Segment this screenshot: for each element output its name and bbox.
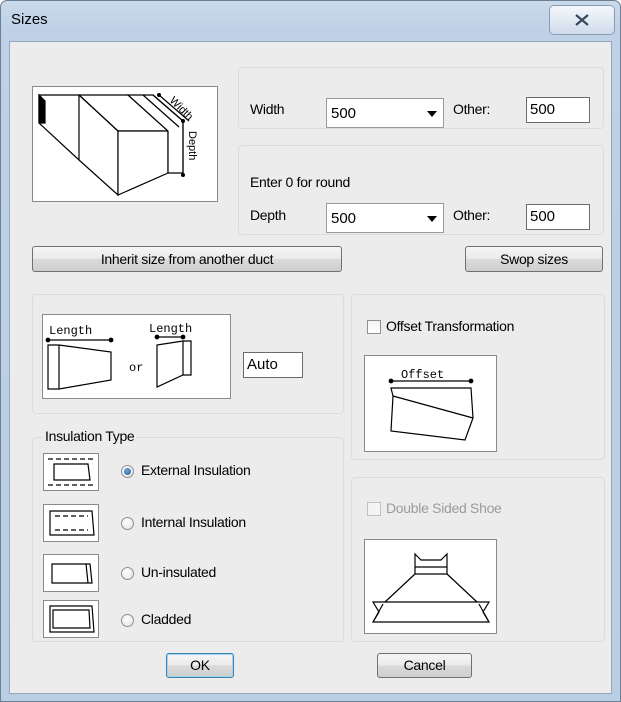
offset-diagram: Offset — [364, 355, 497, 452]
double-sided-shoe-label: Double Sided Shoe — [386, 500, 502, 516]
double-sided-shoe-checkbox[interactable] — [367, 502, 381, 516]
shoe-diagram — [364, 539, 497, 634]
internal-insulation-icon — [43, 504, 99, 542]
or-text: or — [129, 361, 143, 375]
length-diagram-label: Length — [149, 322, 192, 336]
un-insulated-label: Un-insulated — [141, 564, 216, 580]
chevron-down-icon — [427, 111, 437, 117]
cladded-label: Cladded — [141, 611, 192, 627]
depth-label: Depth — [250, 207, 286, 223]
cancel-button[interactable]: Cancel — [377, 653, 472, 678]
swop-sizes-button[interactable]: Swop sizes — [465, 246, 603, 272]
length-diagram: Length Length or — [42, 314, 231, 399]
offset-transformation-checkbox[interactable] — [367, 320, 381, 334]
diagram-depth-label: Depth — [186, 131, 198, 160]
internal-insulation-label: Internal Insulation — [141, 514, 246, 530]
external-insulation-icon — [43, 453, 99, 491]
insulation-group-label: Insulation Type — [43, 428, 137, 444]
duct-size-diagram: Width Depth — [32, 86, 218, 202]
external-insulation-label: External Insulation — [141, 462, 251, 478]
depth-other-label: Other: — [453, 207, 491, 223]
un-insulated-icon — [43, 554, 99, 592]
width-label: Width — [250, 101, 285, 117]
depth-combobox[interactable]: 500 — [326, 203, 444, 233]
external-insulation-radio[interactable] — [121, 465, 134, 478]
length-input[interactable]: Auto — [243, 352, 303, 378]
window-title: Sizes — [11, 11, 48, 28]
title-bar[interactable]: Sizes — [1, 1, 620, 41]
inherit-size-button[interactable]: Inherit size from another duct — [32, 246, 342, 272]
un-insulated-radio[interactable] — [121, 567, 134, 580]
dialog-client-area: Width Depth Width 500 Other: 500 Enter 0… — [9, 41, 612, 694]
cladded-radio[interactable] — [121, 614, 134, 627]
sizes-dialog: Sizes Width Depth Width 500 Other: 500 E… — [0, 0, 621, 702]
chevron-down-icon — [427, 216, 437, 222]
width-combobox-value: 500 — [331, 105, 357, 122]
width-other-input[interactable]: 500 — [526, 97, 590, 123]
internal-insulation-radio[interactable] — [121, 517, 134, 530]
round-hint-label: Enter 0 for round — [250, 174, 350, 190]
width-combobox[interactable]: 500 — [326, 98, 444, 128]
length-diagram-label: Length — [49, 324, 92, 338]
depth-other-input[interactable]: 500 — [526, 204, 590, 230]
ok-button[interactable]: OK — [166, 653, 234, 678]
offset-transformation-label: Offset Transformation — [386, 318, 515, 334]
depth-combobox-value: 500 — [331, 210, 357, 227]
close-button[interactable] — [549, 5, 615, 35]
width-other-label: Other: — [453, 101, 491, 117]
offset-diagram-label: Offset — [401, 368, 444, 382]
close-icon — [575, 14, 589, 26]
cladded-icon — [43, 600, 99, 638]
